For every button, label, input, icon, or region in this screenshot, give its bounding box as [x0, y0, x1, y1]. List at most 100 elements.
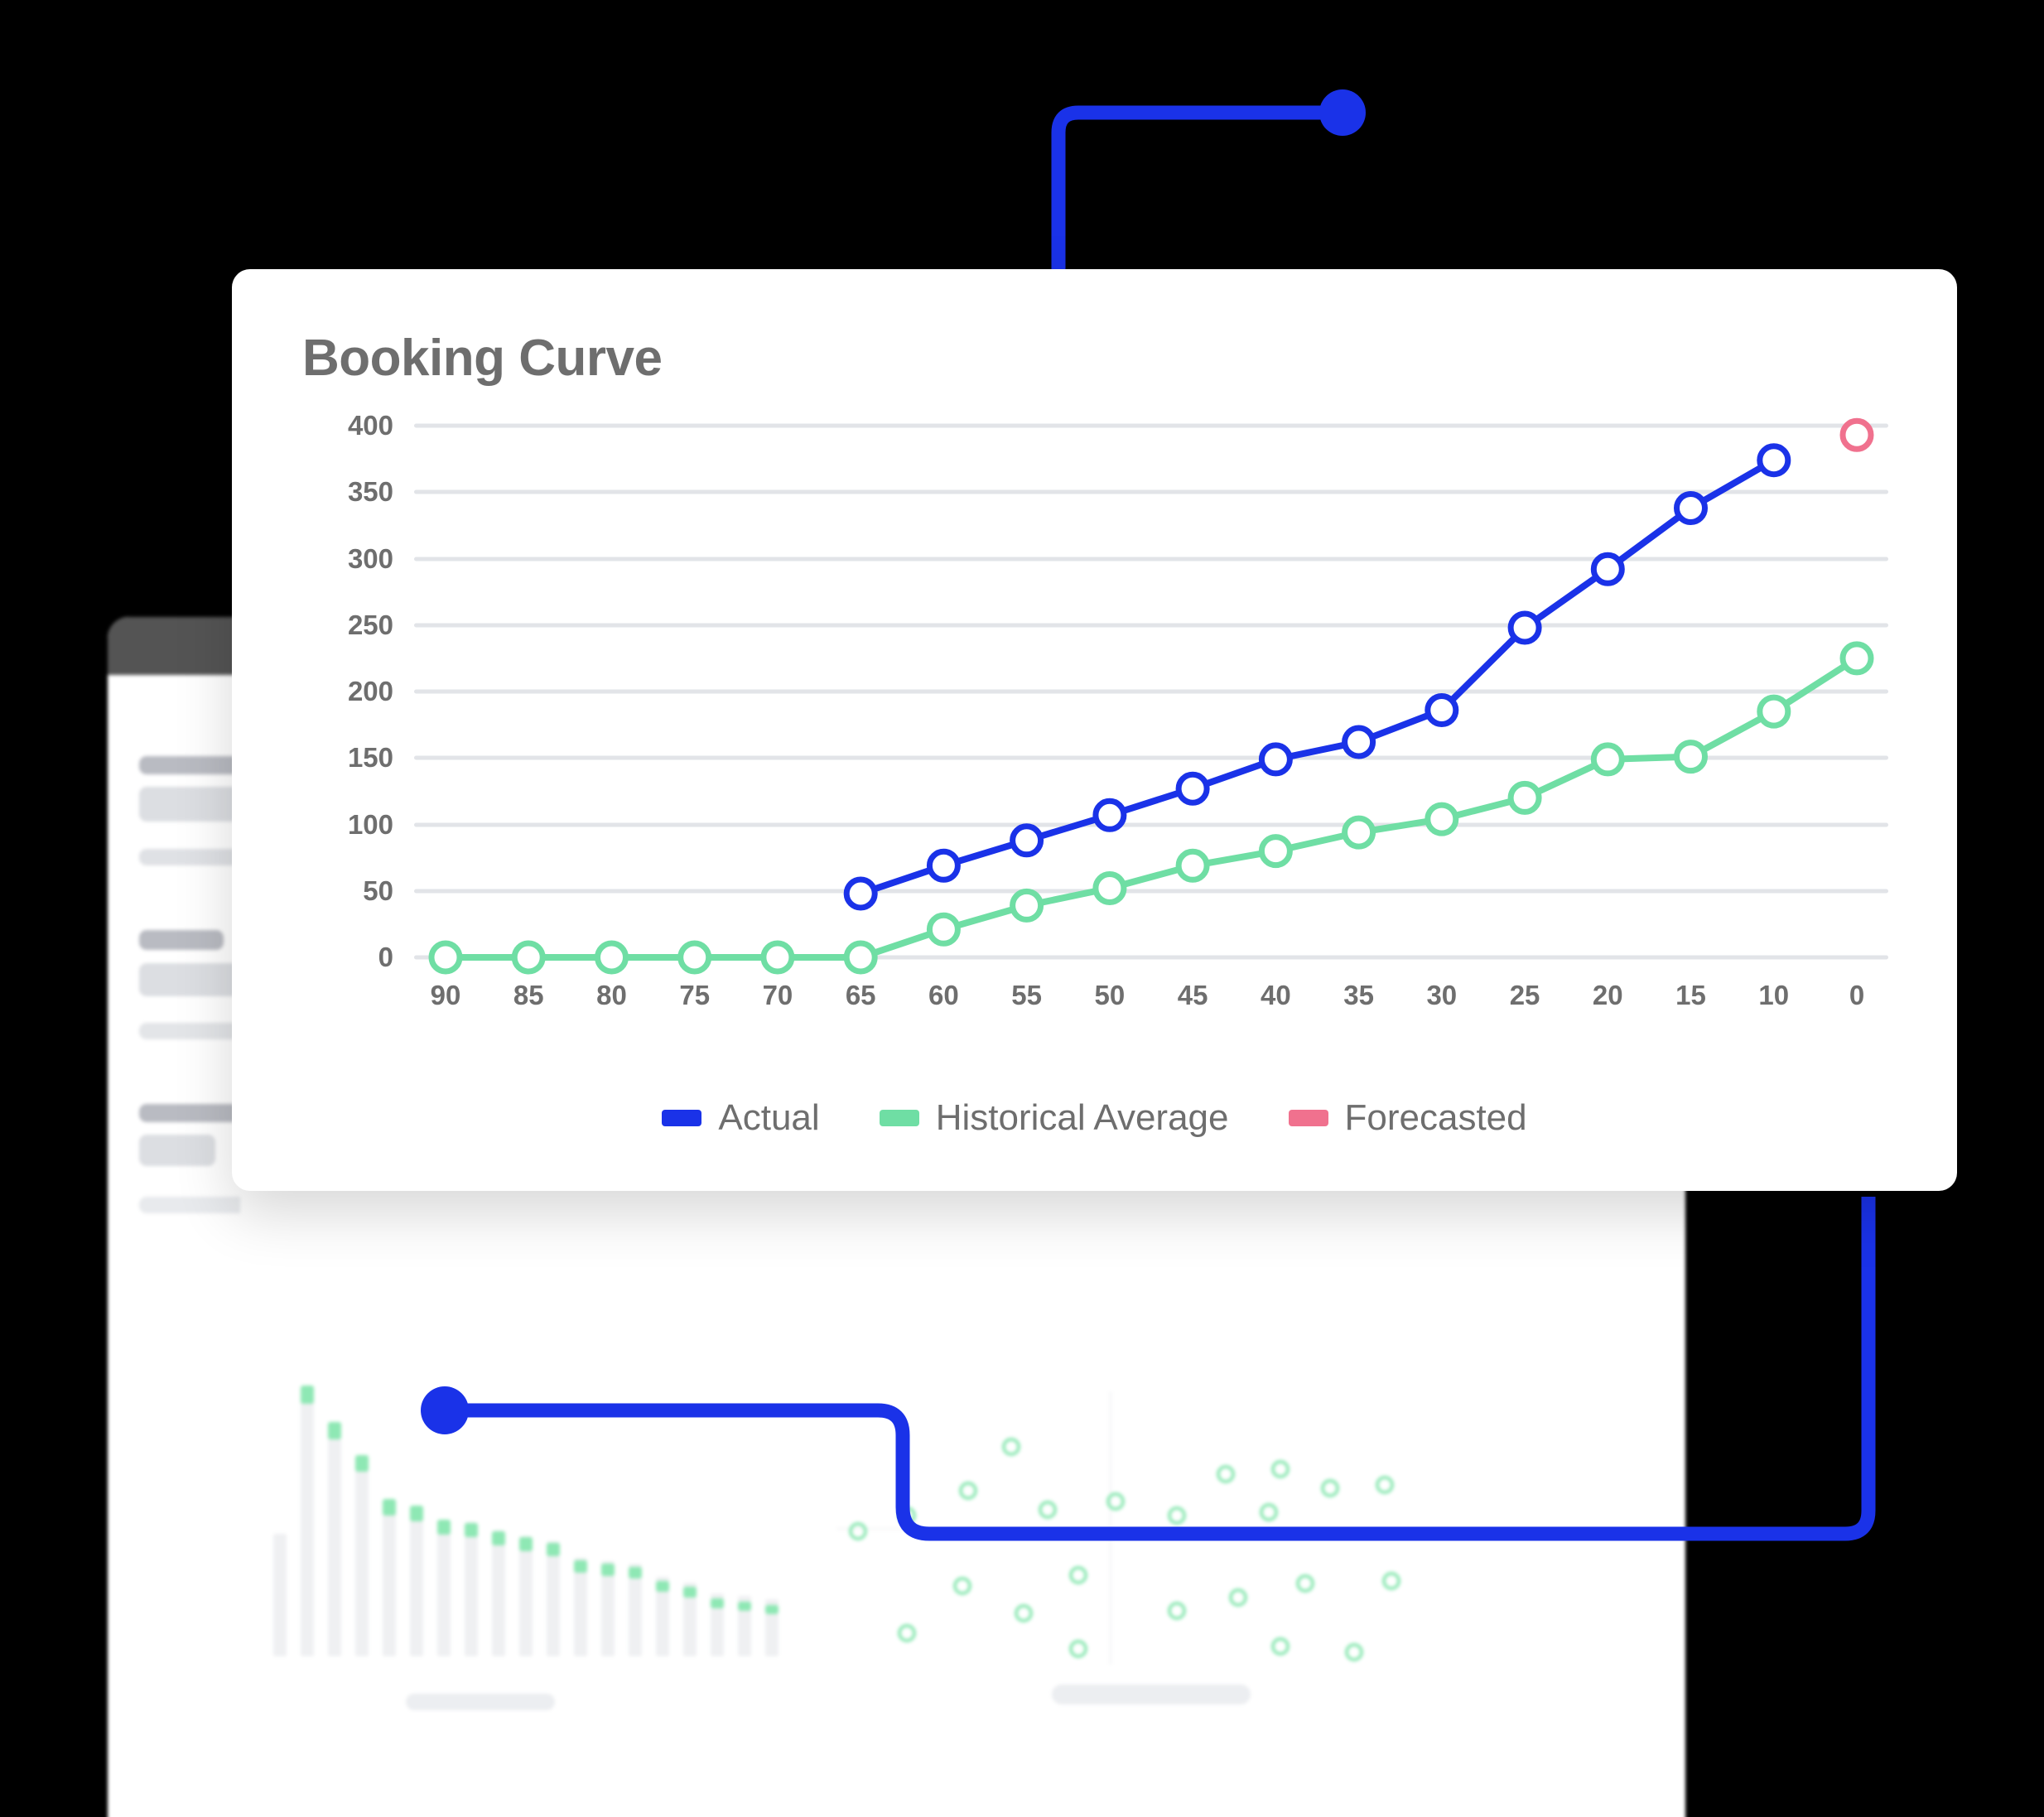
background-bar: [355, 1457, 369, 1656]
background-scatter-point: [1014, 1604, 1033, 1623]
data-point-marker[interactable]: [1013, 891, 1041, 919]
chart-legend: Actual Historical Average Forecasted: [232, 1097, 1957, 1139]
background-bar-cap: [437, 1519, 451, 1535]
background-bar: [437, 1520, 451, 1656]
background-bar: [410, 1506, 423, 1656]
background-placeholder-bar: [406, 1694, 555, 1710]
legend-item[interactable]: Historical Average: [879, 1097, 1229, 1139]
x-axis-tick-label: 60: [928, 980, 959, 1010]
background-scatter-point: [1271, 1637, 1290, 1656]
x-axis-tick-label: 40: [1260, 980, 1291, 1010]
scatter-gridline: [836, 1528, 1449, 1530]
background-scatter-point: [898, 1506, 916, 1525]
legend-item[interactable]: Actual: [662, 1097, 820, 1139]
background-bar-cap: [738, 1601, 751, 1612]
background-bar-cap: [465, 1522, 478, 1538]
background-scatter-point: [1167, 1506, 1186, 1525]
background-bar-cap: [383, 1499, 396, 1516]
background-scatter-point: [1039, 1501, 1058, 1519]
background-scatter-point: [959, 1481, 977, 1500]
data-point-marker[interactable]: [1760, 446, 1788, 475]
background-bar-cap: [547, 1543, 560, 1557]
x-axis-tick-label: 25: [1509, 980, 1540, 1010]
background-scatter-point: [1069, 1566, 1088, 1585]
data-point-marker[interactable]: [846, 943, 875, 971]
y-axis-tick-label: 50: [363, 875, 393, 906]
background-scatter-point: [1216, 1465, 1235, 1484]
background-bar-cap: [574, 1559, 587, 1574]
background-bar: [574, 1558, 587, 1656]
data-point-marker[interactable]: [1677, 494, 1705, 523]
legend-label: Actual: [718, 1097, 820, 1138]
wire-end-dot: [1319, 89, 1366, 136]
data-point-marker[interactable]: [1677, 743, 1705, 771]
data-point-marker[interactable]: [681, 943, 709, 971]
data-point-marker[interactable]: [846, 880, 875, 908]
data-point-marker[interactable]: [598, 943, 626, 971]
data-point-marker[interactable]: [1096, 801, 1124, 829]
background-scatter-point: [1345, 1642, 1364, 1661]
data-point-marker[interactable]: [1013, 827, 1041, 855]
x-axis-tick-label: 35: [1343, 980, 1374, 1010]
data-point-marker[interactable]: [431, 943, 460, 971]
series-line: [446, 658, 1857, 957]
page-root: Booking Curve 400 350 300 250 200 150 100 50 0 9…: [0, 0, 2044, 1817]
background-bar: [301, 1388, 314, 1656]
y-axis-tick-label: 250: [347, 609, 393, 640]
background-scatter-point: [1381, 1571, 1400, 1590]
data-point-marker[interactable]: [1096, 875, 1124, 903]
data-point-marker[interactable]: [1511, 783, 1539, 812]
background-bar-cap: [519, 1537, 533, 1551]
data-point-marker[interactable]: [1179, 851, 1207, 880]
data-point-marker[interactable]: [1261, 745, 1290, 774]
data-point-marker[interactable]: [1345, 728, 1373, 756]
data-point-marker[interactable]: [1843, 421, 1871, 449]
legend-label: Forecasted: [1344, 1097, 1527, 1138]
data-point-marker[interactable]: [929, 915, 957, 943]
background-bar-cap: [301, 1386, 314, 1404]
background-scatter-point: [1001, 1438, 1020, 1457]
data-point-marker[interactable]: [1179, 774, 1207, 802]
background-bar: [465, 1522, 478, 1656]
background-scatter-point: [1167, 1602, 1186, 1621]
x-axis-labels: 90 85 80 75 70 65 60 55 50 45 40 35 30 25 20 15 10 0: [414, 980, 1888, 1029]
background-scatter-point: [1259, 1503, 1278, 1522]
background-scatter-point: [1271, 1459, 1290, 1478]
background-sidebar-header: [108, 617, 240, 675]
data-point-marker[interactable]: [1428, 805, 1456, 833]
data-point-marker[interactable]: [1511, 614, 1539, 642]
y-axis-tick-label: 150: [347, 742, 393, 774]
series-line: [861, 460, 1774, 894]
background-scatter-point: [898, 1623, 916, 1642]
data-point-marker[interactable]: [929, 851, 957, 880]
background-bar-cap: [355, 1454, 369, 1472]
data-point-marker[interactable]: [1345, 818, 1373, 846]
sidebar-placeholder-line: [139, 963, 240, 996]
data-point-marker[interactable]: [1593, 555, 1622, 583]
data-point-marker[interactable]: [514, 943, 542, 971]
sidebar-placeholder-line: [139, 930, 224, 950]
x-axis-tick-label: 55: [1011, 980, 1042, 1010]
legend-swatch-icon: [662, 1110, 702, 1126]
data-point-marker[interactable]: [1760, 697, 1788, 725]
data-point-marker[interactable]: [1428, 696, 1456, 725]
x-axis-tick-label: 50: [1094, 980, 1126, 1010]
background-scatter-point: [1320, 1478, 1339, 1497]
legend-item[interactable]: Forecasted: [1288, 1097, 1527, 1139]
x-axis-tick-label: 30: [1426, 980, 1458, 1010]
data-point-marker[interactable]: [1261, 837, 1290, 865]
data-point-marker[interactable]: [764, 943, 792, 971]
background-bar: [547, 1541, 560, 1656]
x-axis-tick-label: 45: [1177, 980, 1208, 1010]
background-scatter-point: [1106, 1492, 1125, 1511]
y-axis-tick-label: 350: [347, 476, 393, 508]
background-bar-cap: [328, 1421, 341, 1439]
chart-series-svg: [414, 418, 1888, 965]
data-point-marker[interactable]: [1843, 644, 1871, 672]
y-axis-tick-label: 100: [347, 808, 393, 840]
background-scatter-point: [1296, 1574, 1314, 1593]
sidebar-placeholder-line: [139, 756, 240, 774]
sidebar-placeholder-line: [139, 1197, 240, 1213]
background-bar: [273, 1533, 287, 1656]
data-point-marker[interactable]: [1593, 745, 1622, 774]
